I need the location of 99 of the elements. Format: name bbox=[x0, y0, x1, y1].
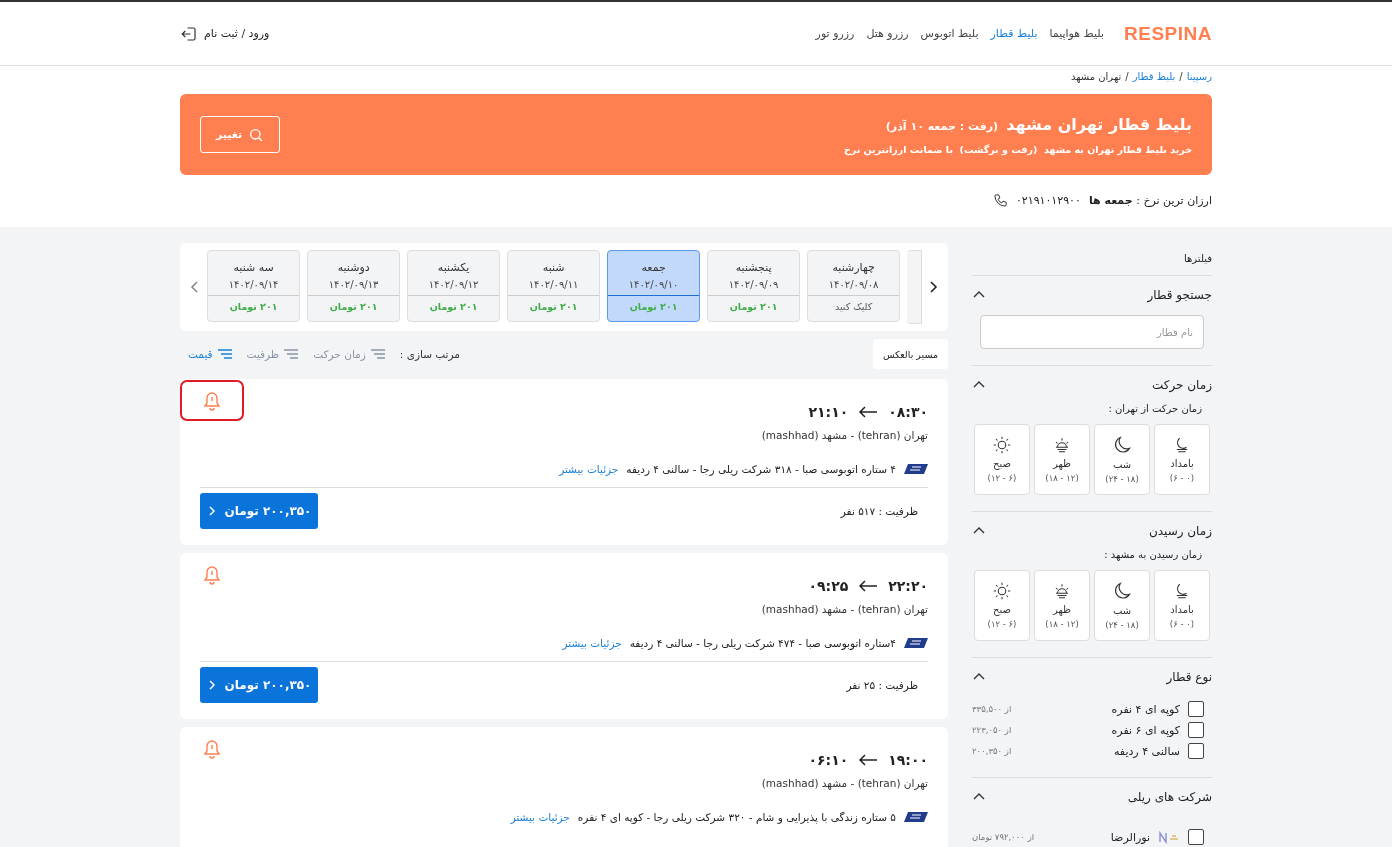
filter-heading: زمان رسیدن bbox=[1148, 524, 1212, 538]
starting-price: از ۳۳۵,۵۰۰ bbox=[972, 704, 1012, 714]
banner-date: (رفت : جمعه ۱۰ آذر) bbox=[885, 119, 999, 133]
train-logo-icon bbox=[904, 464, 928, 474]
date-card[interactable]: چهارشنبه ۱۴۰۲/۰۹/۰۸ کلیک کنید bbox=[807, 250, 901, 322]
login-icon bbox=[180, 24, 198, 43]
details-link[interactable]: جزئیات بیشتر bbox=[559, 463, 619, 475]
moon-icon bbox=[1112, 581, 1132, 601]
time-option[interactable]: شب (۱۸ - ۲۴) bbox=[1094, 424, 1150, 495]
bell-icon bbox=[203, 738, 221, 759]
breadcrumb-current: تهران مشهد bbox=[1070, 71, 1122, 82]
arrival-time: ۰۹:۲۵ bbox=[808, 578, 849, 594]
sort-option[interactable]: قیمت bbox=[188, 348, 233, 360]
arrow-left-icon bbox=[858, 580, 879, 592]
date-card[interactable]: جمعه ۱۴۰۲/۰۹/۱۰ ۲۰۱ تومان bbox=[607, 250, 701, 322]
login-link[interactable]: ورود / ثبت نام bbox=[180, 24, 270, 43]
route-text: تهران (tehran) - مشهد (mashhad) bbox=[760, 777, 928, 789]
filter-heading: زمان حرکت bbox=[1151, 378, 1212, 392]
sunrise-icon bbox=[1053, 436, 1071, 454]
breadcrumb-link[interactable]: بلیط قطار bbox=[1132, 71, 1176, 82]
arrival-time: ۲۱:۱۰ bbox=[808, 404, 849, 420]
train-logo-icon bbox=[904, 812, 928, 822]
banner-subtitle: خرید بلیط قطار تهران به مشهد (رفت و برگشت) با ضمانت ارزانترین نرخ bbox=[843, 143, 1192, 155]
date-card[interactable]: شنبه ۱۴۰۲/۰۹/۱۱ ۲۰۱ تومان bbox=[507, 250, 601, 322]
date-card[interactable]: دوشنبه ۱۴۰۲/۰۹/۱۳ ۲۰۱ تومان bbox=[307, 250, 401, 322]
sun-icon bbox=[993, 436, 1011, 454]
phone-number[interactable]: ۰۲۱۹۱۰۱۲۹۰۰ bbox=[1015, 194, 1081, 207]
bell-icon bbox=[203, 564, 221, 585]
arrival-time: ۰۶:۱۰ bbox=[808, 752, 849, 768]
nav-link[interactable]: بلیط اتوبوس bbox=[920, 27, 979, 40]
route-text: تهران (tehran) - مشهد (mashhad) bbox=[760, 603, 928, 615]
starting-price: از ۲۰۰,۳۵۰ bbox=[972, 746, 1012, 756]
checkbox-label: نورالرضا bbox=[1110, 830, 1150, 844]
filter-subtitle: زمان حرکت از تهران : bbox=[1107, 402, 1203, 417]
departure-time: ۰۸:۳۰ bbox=[888, 404, 928, 420]
breadcrumb-separator: / bbox=[1125, 71, 1129, 82]
time-option[interactable]: ظهر (۱۲ - ۱۸) bbox=[1034, 570, 1090, 641]
checkbox-label: کوپه ای ۶ نفره bbox=[1111, 723, 1180, 737]
search-icon bbox=[248, 126, 265, 143]
date-card[interactable]: پنجشنبه ۱۴۰۲/۰۹/۰۹ ۲۰۱ تومان bbox=[707, 250, 801, 322]
moon-icon bbox=[1112, 435, 1132, 455]
details-link[interactable]: جزئیات بیشتر bbox=[510, 811, 570, 823]
filter-heading: نوع قطار bbox=[1166, 670, 1212, 684]
banner-title: بلیط قطار تهران مشهد bbox=[1006, 114, 1192, 134]
price-alert-button[interactable] bbox=[180, 380, 244, 421]
capacity-text: ظرفیت : ۲۵ نفر bbox=[846, 679, 918, 691]
cheapest-fare-text: ارزان ترین نرخ : جمعه ها bbox=[1088, 194, 1212, 207]
sort-label: مرتب سازی : bbox=[399, 348, 460, 360]
sort-icon bbox=[283, 348, 300, 360]
nav-link[interactable]: رزرو تور bbox=[815, 27, 855, 40]
sort-icon bbox=[369, 348, 386, 360]
nav-link[interactable]: بلیط هواپیما bbox=[1049, 27, 1105, 40]
filters-title: فیلترها bbox=[972, 243, 1212, 276]
train-name-field[interactable]: نام قطار bbox=[980, 315, 1204, 349]
sort-icon bbox=[216, 348, 233, 360]
train-logo-icon bbox=[904, 638, 928, 648]
capacity-text: ظرفیت : ۵۱۷ نفر bbox=[840, 505, 918, 517]
chevron-icon bbox=[206, 679, 217, 691]
details-link[interactable]: جزئیات بیشتر bbox=[562, 637, 622, 649]
date-card[interactable]: یکشنبه ۱۴۰۲/۰۹/۱۲ ۲۰۱ تومان bbox=[407, 250, 501, 322]
price-button[interactable]: ۲۰۰,۳۵۰ تومان bbox=[200, 493, 318, 529]
arrow-left-icon bbox=[858, 754, 879, 766]
time-option[interactable]: بامداد (۰ - ۶) bbox=[1154, 570, 1210, 641]
nav-link[interactable]: بلیط قطار bbox=[990, 27, 1038, 40]
route-text: تهران (tehran) - مشهد (mashhad) bbox=[760, 429, 928, 441]
train-description: ۴ ستاره اتوبوسی صبا - ۳۱۸ شرکت ریلی رجا - سالنی ۴ ردیفه bbox=[626, 463, 896, 475]
checkbox[interactable] bbox=[1188, 743, 1204, 759]
date-card[interactable]: سه شنبه ۱۴۰۲/۰۹/۱۴ ۲۰۱ تومان bbox=[207, 250, 301, 322]
breadcrumb-link[interactable]: رسپینا bbox=[1186, 71, 1212, 82]
departure-time: ۱۹:۰۰ bbox=[888, 752, 928, 768]
company-logo-icon bbox=[1158, 830, 1180, 844]
chevron-icon bbox=[206, 505, 217, 517]
reverse-route-button[interactable]: مسیر بالعکس bbox=[872, 339, 948, 369]
filter-heading: جستجو قطار bbox=[1147, 288, 1212, 302]
train-description: ۵ ستاره زندگی با پذیرایی و شام - ۳۲۰ شرکت ریلی رجا - کوپه ای ۴ نفره bbox=[577, 811, 896, 823]
filter-subtitle: زمان رسیدن به مشهد : bbox=[1103, 548, 1203, 563]
checkbox[interactable] bbox=[1188, 722, 1204, 738]
checkbox[interactable] bbox=[1188, 829, 1204, 845]
phone-icon bbox=[992, 193, 1008, 208]
filter-heading: شرکت های ریلی bbox=[1127, 790, 1212, 804]
time-option[interactable]: بامداد (۰ - ۶) bbox=[1154, 424, 1210, 495]
time-option[interactable]: صبح (۶ - ۱۲) bbox=[974, 570, 1030, 641]
time-option[interactable]: شب (۱۸ - ۲۴) bbox=[1094, 570, 1150, 641]
checkbox[interactable] bbox=[1188, 701, 1204, 717]
departure-time: ۲۲:۲۰ bbox=[888, 578, 928, 594]
arrow-left-icon bbox=[858, 406, 879, 418]
starting-price: از ۷۹۲,۰۰۰ تومان bbox=[972, 832, 1035, 842]
bell-icon bbox=[203, 390, 221, 411]
price-button[interactable]: ۲۰۰,۳۵۰ تومان bbox=[200, 667, 318, 703]
nav-link[interactable]: رزرو هتل bbox=[866, 27, 909, 40]
train-description: ۴ستاره اتوبوسی صبا - ۴۷۴ شرکت ریلی رجا - سالنی ۴ ردیفه bbox=[629, 637, 896, 649]
breadcrumb-separator: / bbox=[1179, 71, 1183, 82]
time-option[interactable]: صبح (۶ - ۱۲) bbox=[974, 424, 1030, 495]
sun-icon bbox=[993, 582, 1011, 600]
sunrise-icon bbox=[1053, 582, 1071, 600]
checkbox-label: سالنی ۴ ردیفه bbox=[1113, 744, 1180, 758]
checkbox-label: کوپه ای ۴ نفره bbox=[1111, 702, 1180, 716]
time-option[interactable]: ظهر (۱۲ - ۱۸) bbox=[1034, 424, 1090, 495]
starting-price: از ۲۲۳,۰۵۰ bbox=[972, 725, 1012, 735]
